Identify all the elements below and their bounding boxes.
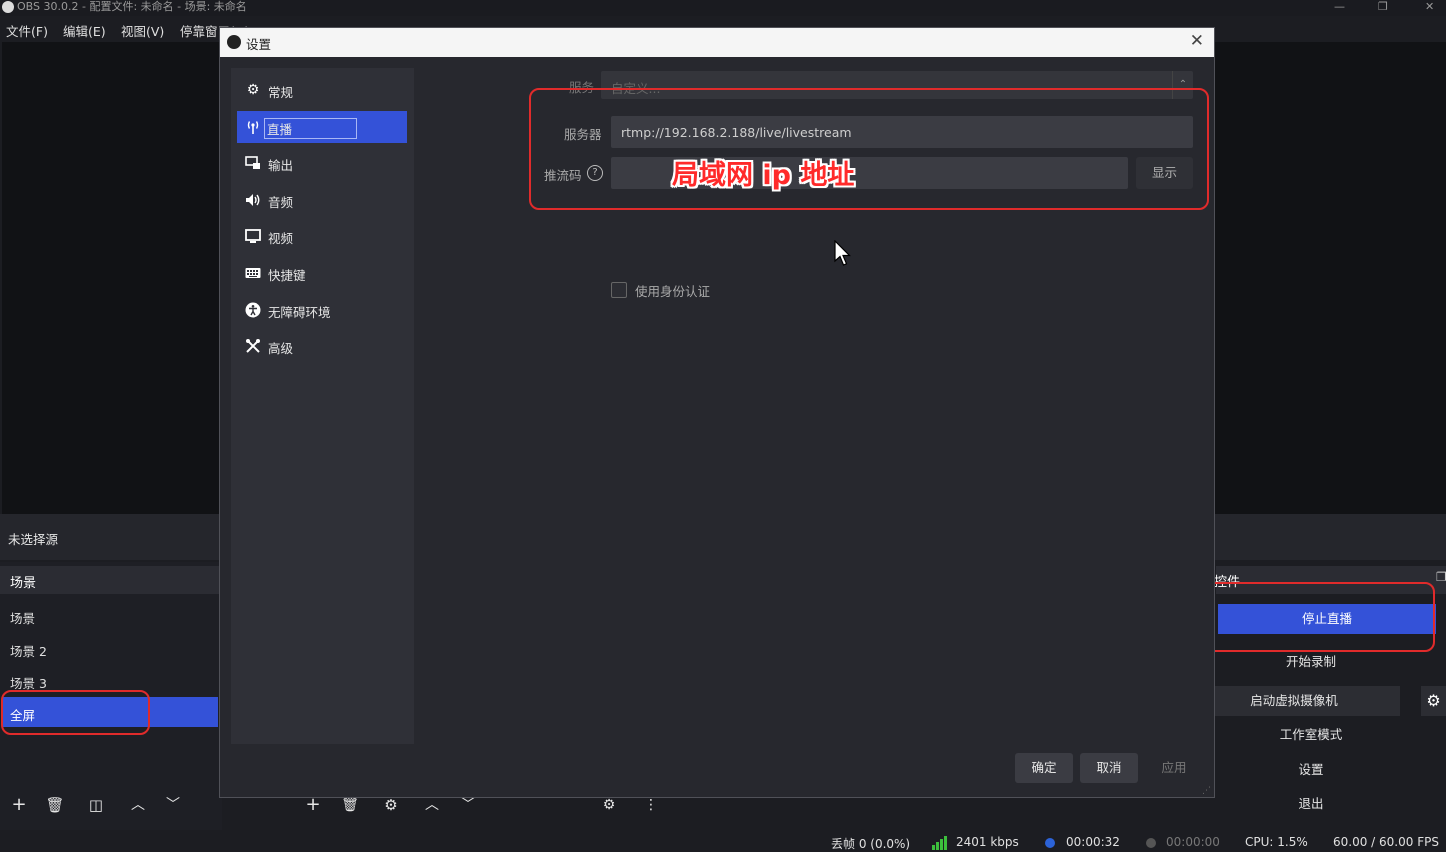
obs-logo-icon — [2, 1, 14, 13]
speaker-icon — [245, 192, 261, 208]
monitor-icon — [245, 228, 261, 244]
antenna-icon — [245, 119, 261, 135]
nav-item-audio[interactable]: 音频 — [237, 185, 407, 215]
close-icon[interactable]: ✕ — [1190, 31, 1204, 51]
status-bar — [0, 830, 1446, 850]
obs-logo-icon — [227, 35, 241, 49]
scenes-title: 场景 — [10, 576, 37, 591]
annotation-box-stream — [1182, 582, 1435, 652]
remove-scene-icon[interactable]: 🗑 — [42, 793, 68, 817]
minimize-icon[interactable]: — — [1334, 0, 1345, 14]
scenes-header: 场景 — [0, 566, 220, 594]
annotation-text: 局域网 ip 地址 — [672, 160, 855, 191]
tools-icon — [245, 338, 261, 354]
cancel-button[interactable]: 取消 — [1080, 753, 1138, 783]
gear-icon: ⚙ — [246, 82, 260, 98]
window-title: OBS 30.0.2 - 配置文件: 未命名 - 场景: 未命名 — [17, 0, 247, 13]
ok-button[interactable]: 确定 — [1015, 753, 1073, 783]
cpu-usage: CPU: 1.5% — [1245, 835, 1308, 849]
nav-item-accessibility[interactable]: 无障碍环境 — [237, 295, 407, 325]
no-source-label: 未选择源 — [8, 532, 59, 547]
move-down-icon[interactable]: ﹀ — [160, 793, 186, 817]
dock-icon[interactable]: ❐ — [1436, 570, 1446, 584]
dialog-title: 设置 — [246, 37, 272, 52]
nav-item-output[interactable]: 输出 — [237, 148, 407, 178]
auth-label: 使用身份认证 — [635, 284, 711, 299]
auth-checkbox[interactable] — [611, 282, 627, 298]
move-up-icon[interactable]: ︿ — [125, 793, 151, 817]
annotation-box-server — [529, 88, 1209, 210]
nav-item-stream[interactable]: 直播 — [237, 111, 407, 143]
close-window-icon[interactable]: ✕ — [1425, 0, 1434, 14]
nav-item-video[interactable]: 视频 — [237, 221, 407, 251]
accessibility-icon — [245, 302, 261, 318]
mouse-cursor-icon — [834, 239, 854, 268]
scene-filters-icon[interactable]: ◫ — [83, 793, 109, 817]
nav-item-general[interactable]: ⚙ 常规 — [237, 75, 407, 105]
menu-view[interactable]: 视图(V) — [121, 21, 164, 40]
output-icon — [245, 155, 261, 171]
restore-icon[interactable]: ❐ — [1378, 0, 1388, 14]
fps: 60.00 / 60.00 FPS — [1333, 835, 1439, 849]
window-titlebar: OBS 30.0.2 - 配置文件: 未命名 - 场景: 未命名 — ❐ ✕ — [0, 0, 1446, 16]
start-record-button[interactable]: 开始录制 — [1206, 647, 1416, 677]
record-indicator-icon — [1146, 838, 1156, 848]
nav-item-hotkeys[interactable]: 快捷键 — [237, 258, 407, 288]
stream-indicator-icon — [1045, 838, 1055, 848]
resize-grip-icon[interactable]: ⋰ — [1202, 786, 1212, 796]
settings-button[interactable]: 设置 — [1206, 755, 1416, 785]
menu-file[interactable]: 文件(F) — [6, 21, 48, 40]
virtual-camera-button[interactable]: 启动虚拟摄像机 — [1188, 686, 1400, 716]
keyboard-icon — [245, 265, 261, 281]
exit-button[interactable]: 退出 — [1206, 789, 1416, 819]
annotation-box-scene — [1, 690, 150, 735]
dialog-titlebar: 设置 ✕ — [220, 28, 1214, 57]
menu-edit[interactable]: 编辑(E) — [63, 21, 106, 40]
signal-icon — [932, 836, 948, 850]
bitrate: 2401 kbps — [956, 835, 1019, 849]
nav-item-advanced[interactable]: 高级 — [237, 331, 407, 361]
add-scene-icon[interactable]: + — [6, 793, 32, 817]
apply-button[interactable]: 应用 — [1145, 753, 1203, 783]
dropped-frames: 丢帧 0 (0.0%) — [831, 837, 911, 851]
studio-mode-button[interactable]: 工作室模式 — [1206, 720, 1416, 750]
stream-time: 00:00:32 — [1066, 835, 1120, 849]
record-time: 00:00:00 — [1166, 835, 1220, 849]
virtual-camera-settings-icon[interactable]: ⚙ — [1421, 686, 1446, 716]
scene-item[interactable]: 场景 2 — [2, 633, 218, 663]
scene-item[interactable]: 场景 — [2, 600, 218, 630]
